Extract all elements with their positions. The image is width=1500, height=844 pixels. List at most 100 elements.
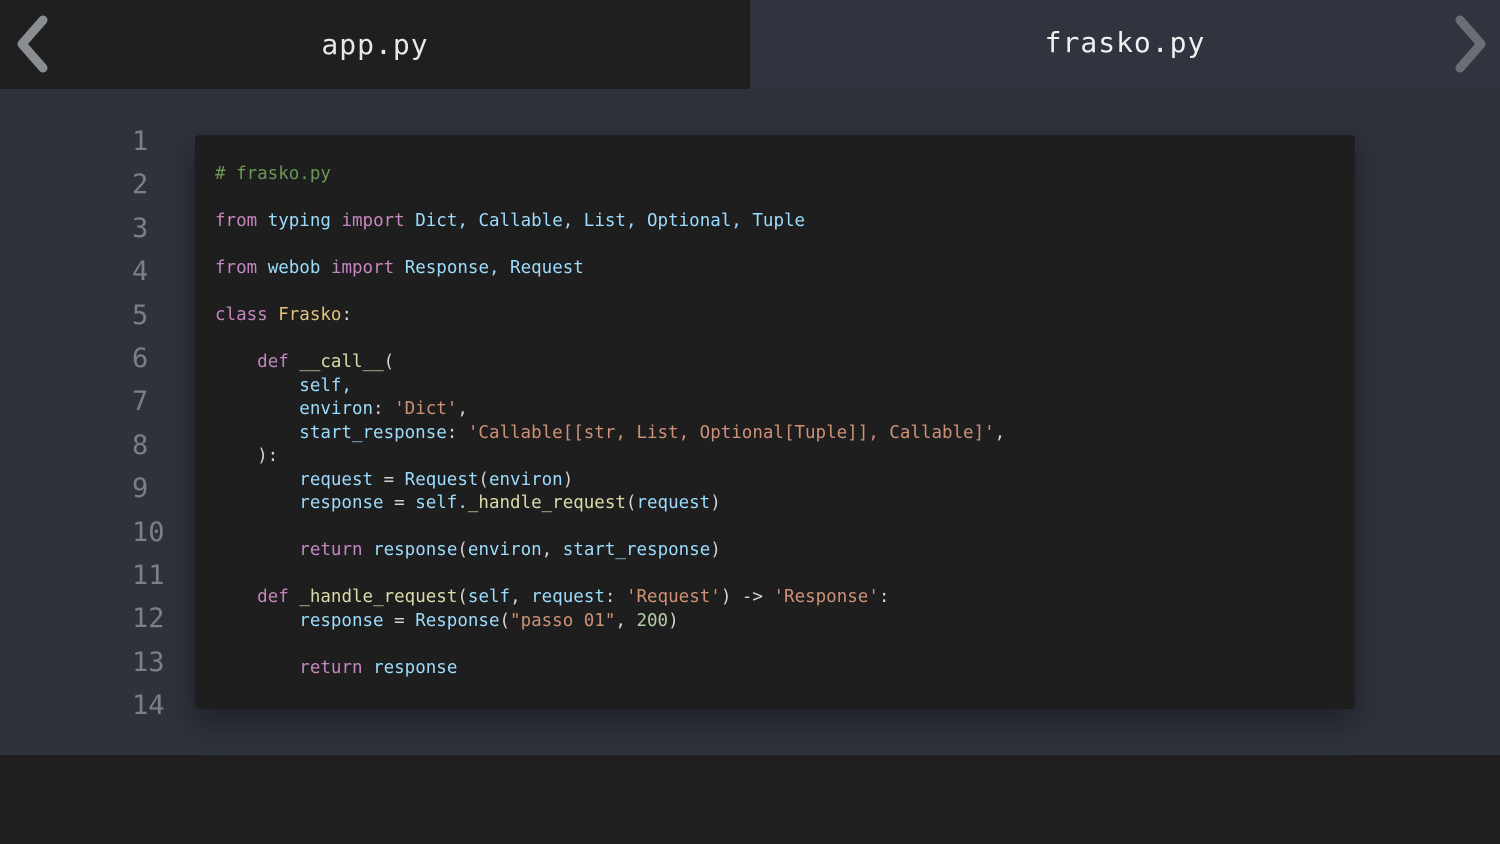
code-token: start_response xyxy=(215,422,447,443)
code-token: Request xyxy=(404,469,479,490)
line-number: 9 xyxy=(132,473,149,505)
code-line: start_response: 'Callable[[str, List, Op… xyxy=(215,422,1005,446)
code-token: response xyxy=(215,493,384,513)
code-token: environ xyxy=(488,469,563,490)
code-token: "passo 01" xyxy=(510,610,616,631)
code-token: ) -> xyxy=(720,587,774,607)
code-token: self xyxy=(467,587,511,607)
code-token: : xyxy=(446,422,468,443)
bottom-bar xyxy=(0,755,1500,844)
tab-label: app.py xyxy=(321,28,429,61)
line-number: 2 xyxy=(132,169,149,201)
code-token: , xyxy=(541,540,563,560)
code-token: , xyxy=(457,399,468,419)
code-token: environ xyxy=(215,399,374,419)
code-token: class xyxy=(215,305,268,325)
code-token: , xyxy=(510,587,532,607)
line-number-gutter: 1 2 3 4 5 6 7 8 9 10 11 12 13 14 xyxy=(132,120,192,727)
code-token: Response xyxy=(415,610,500,631)
code-token: : xyxy=(341,305,352,325)
line-number: 11 xyxy=(132,559,165,591)
code-token: : xyxy=(878,587,890,607)
code-token: def xyxy=(257,352,289,372)
code-token: # frasko.py xyxy=(215,164,331,184)
tab-label: frasko.py xyxy=(1044,26,1206,59)
tab-app-py[interactable]: app.py xyxy=(0,0,750,89)
code-token: def xyxy=(257,587,289,607)
code-token: ) xyxy=(710,493,721,513)
code-token: _handle_request xyxy=(299,587,458,607)
code-line: return response(environ, start_response) xyxy=(215,539,1005,563)
code-token: typing xyxy=(267,211,331,231)
tab-frasko-py[interactable]: frasko.py xyxy=(750,0,1500,89)
code-token: : xyxy=(373,399,395,419)
line-number: 12 xyxy=(132,603,165,635)
code-token: return xyxy=(299,657,363,678)
code-token: import xyxy=(330,258,395,278)
code-token: import xyxy=(341,211,405,231)
code-line: self, xyxy=(215,375,1005,399)
code-token: ( xyxy=(457,540,468,560)
code-token: request xyxy=(636,493,711,513)
code-token: Frasko xyxy=(278,305,342,325)
code-token: ) xyxy=(562,469,574,490)
code-line: class Frasko: xyxy=(215,304,1005,328)
previous-slide-button[interactable] xyxy=(10,14,58,74)
code-line: # frasko.py xyxy=(215,163,1005,187)
code-token: request xyxy=(531,587,605,607)
code-token: response xyxy=(373,657,458,678)
code-token: ) xyxy=(668,610,679,631)
code-token: ( xyxy=(478,469,489,490)
code-line: environ: 'Dict', xyxy=(215,398,1005,422)
code-token: ( xyxy=(383,352,395,372)
code-token: request xyxy=(215,469,374,490)
line-number: 1 xyxy=(132,126,149,157)
code-line: from webob import Response, Request xyxy=(215,257,1005,281)
code-token: response xyxy=(373,540,458,560)
line-number: 5 xyxy=(132,299,149,331)
code-token: ): xyxy=(215,446,279,466)
code-token: return xyxy=(299,540,363,560)
code-token: 'Response' xyxy=(773,587,879,607)
code-token: 'Request' xyxy=(625,587,721,607)
code-line: response = self._handle_request(request) xyxy=(215,492,1005,516)
code-token: ( xyxy=(625,493,637,513)
code-token: from xyxy=(215,258,258,278)
code-token: , xyxy=(615,610,637,631)
line-number: 4 xyxy=(132,256,149,288)
code-token: from xyxy=(215,211,258,231)
code-token: ) xyxy=(710,540,721,560)
code-token: _handle_request xyxy=(467,493,626,513)
code-token: Response, Request xyxy=(394,258,584,278)
code-token: = xyxy=(383,493,416,513)
code-token: environ xyxy=(467,540,542,560)
code-block: # frasko.py from typing import Dict, Call… xyxy=(195,135,1355,709)
code-line: ): xyxy=(215,445,1005,469)
line-number: 14 xyxy=(132,690,165,722)
code-line: response = Response("passo 01", 200) xyxy=(215,610,1005,634)
next-slide-button[interactable] xyxy=(1448,14,1496,74)
line-number: 10 xyxy=(132,516,165,548)
line-number: 3 xyxy=(132,212,149,244)
code-line: request = Request(environ) xyxy=(215,469,1005,493)
code-token: = xyxy=(383,610,416,631)
code-token: self. xyxy=(415,493,468,513)
code-line: def __call__( xyxy=(215,351,1005,375)
chevron-left-icon xyxy=(17,15,48,73)
